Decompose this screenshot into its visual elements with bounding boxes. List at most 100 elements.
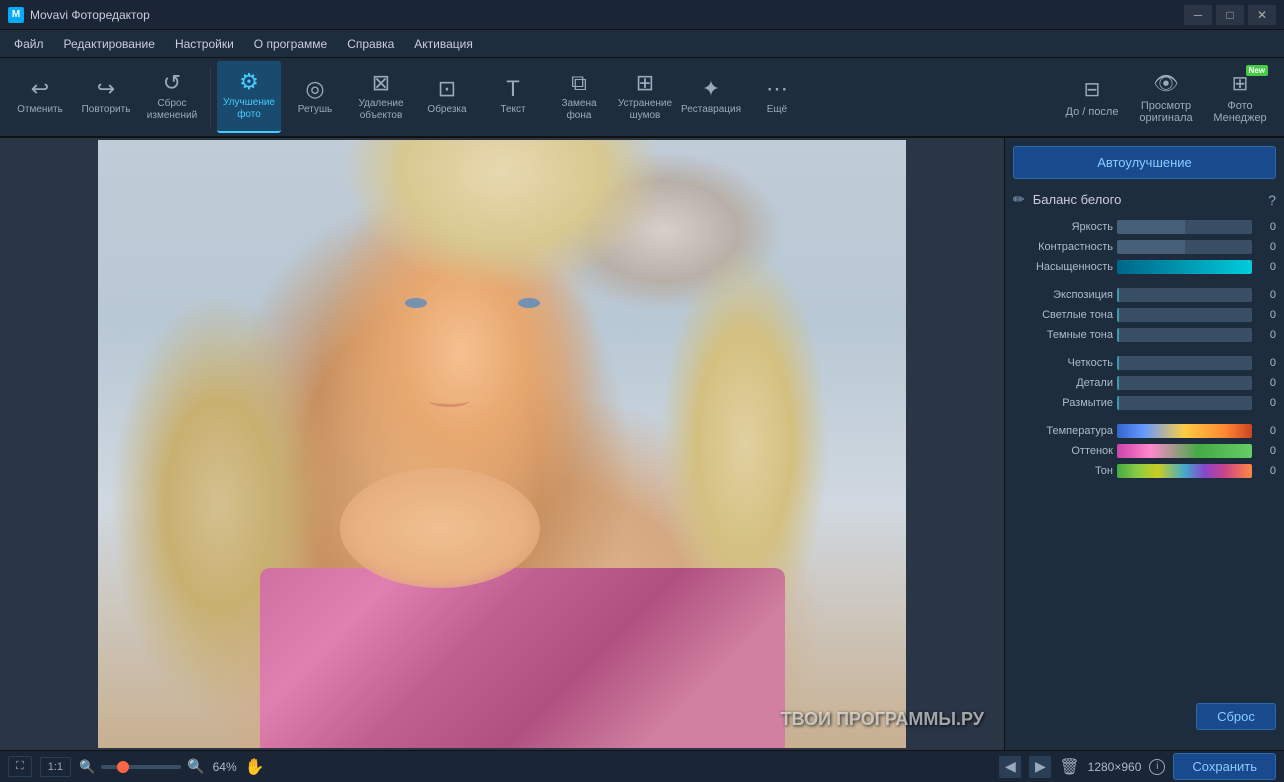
text-icon: T	[506, 78, 519, 100]
brightness-row: Яркость 0	[1013, 220, 1276, 234]
reset-button[interactable]: ↺ Сброс изменений	[140, 61, 204, 133]
tint-row: Оттенок 0	[1013, 444, 1276, 458]
ratio-button[interactable]: 1:1	[40, 757, 71, 777]
temperature-row: Температура 0	[1013, 424, 1276, 438]
help-icon[interactable]: ?	[1268, 192, 1276, 208]
denoise-icon: ⊞	[636, 72, 654, 94]
temperature-slider[interactable]	[1117, 424, 1252, 438]
tint-value: 0	[1256, 445, 1276, 457]
more-button[interactable]: ⋯ Ещё	[745, 61, 809, 133]
tone-label: Тон	[1013, 465, 1113, 477]
clarity-value: 0	[1256, 357, 1276, 369]
brightness-slider[interactable]	[1117, 220, 1252, 234]
blur-value: 0	[1256, 397, 1276, 409]
shadows-row: Темные тона 0	[1013, 328, 1276, 342]
bg-icon: ⧉	[571, 72, 587, 94]
app-icon: M	[8, 7, 24, 23]
app-title: Movavi Фоторедактор	[30, 8, 1184, 22]
info-button[interactable]: i	[1149, 759, 1165, 775]
saturation-row: Насыщенность 0	[1013, 260, 1276, 274]
maximize-button[interactable]: □	[1216, 5, 1244, 25]
photo-manager-button[interactable]: New ⊞ Фото Менеджер	[1204, 61, 1276, 133]
undo-button[interactable]: ↩ Отменить	[8, 61, 72, 133]
menu-edit[interactable]: Редактирование	[54, 33, 165, 55]
redo-button[interactable]: ↪ Повторить	[74, 61, 138, 133]
details-value: 0	[1256, 377, 1276, 389]
window-controls: ─ □ ✕	[1184, 5, 1276, 25]
denoise-button[interactable]: ⊞ Устранение шумов	[613, 61, 677, 133]
menu-help[interactable]: Справка	[337, 33, 404, 55]
fit-to-screen-button[interactable]: ⛶	[8, 756, 32, 777]
canvas-area[interactable]: ТВОИ ПРОГРАММЫ.РУ	[0, 138, 1004, 750]
highlights-label: Светлые тона	[1013, 309, 1113, 321]
restore-icon: ✦	[702, 78, 720, 100]
reset-icon: ↺	[163, 72, 181, 94]
enhance-button[interactable]: ⚙ Улучшение фото	[217, 61, 281, 133]
delete-button[interactable]: 🗑	[1059, 757, 1079, 777]
remove-objects-button[interactable]: ⊠ Удаление объектов	[349, 61, 413, 133]
zoom-slider[interactable]	[101, 765, 181, 769]
auto-enhance-button[interactable]: Автоулучшение	[1013, 146, 1276, 179]
details-slider[interactable]	[1117, 376, 1252, 390]
exposure-row: Экспозиция 0	[1013, 288, 1276, 302]
highlights-row: Светлые тона 0	[1013, 308, 1276, 322]
saturation-value: 0	[1256, 261, 1276, 273]
tint-label: Оттенок	[1013, 445, 1113, 457]
tools-group: ⚙ Улучшение фото ◎ Ретушь ⊠ Удаление объ…	[217, 61, 809, 133]
blur-label: Размытие	[1013, 397, 1113, 409]
next-image-button[interactable]: ▶	[1029, 756, 1051, 778]
save-button[interactable]: Сохранить	[1173, 753, 1276, 780]
prev-image-button[interactable]: ◀	[999, 756, 1021, 778]
contrast-slider[interactable]	[1117, 240, 1252, 254]
blur-slider[interactable]	[1117, 396, 1252, 410]
zoom-in-icon[interactable]: 🔍	[187, 758, 204, 775]
before-after-button[interactable]: ⊟ До / после	[1056, 61, 1128, 133]
photo-background	[98, 140, 906, 748]
saturation-slider[interactable]	[1117, 260, 1252, 274]
contrast-label: Контрастность	[1013, 241, 1113, 253]
bg-replace-button[interactable]: ⧉ Замена фона	[547, 61, 611, 133]
details-row: Детали 0	[1013, 376, 1276, 390]
blur-row: Размытие 0	[1013, 396, 1276, 410]
retouch-button[interactable]: ◎ Ретушь	[283, 61, 347, 133]
crop-icon: ⊡	[438, 78, 456, 100]
zoom-thumb	[117, 761, 129, 773]
menu-about[interactable]: О программе	[244, 33, 337, 55]
menu-activation[interactable]: Активация	[404, 33, 483, 55]
new-badge: New	[1246, 65, 1268, 76]
menubar: Файл Редактирование Настройки О программ…	[0, 30, 1284, 58]
exposure-slider[interactable]	[1117, 288, 1252, 302]
undo-icon: ↩	[31, 78, 49, 100]
shadows-slider[interactable]	[1117, 328, 1252, 342]
menu-settings[interactable]: Настройки	[165, 33, 244, 55]
clarity-slider[interactable]	[1117, 356, 1252, 370]
reset-sliders-button[interactable]: Сброс	[1196, 703, 1276, 730]
temperature-label: Температура	[1013, 425, 1113, 437]
shadows-label: Темные тона	[1013, 329, 1113, 341]
toolbar-separator-1	[210, 67, 211, 127]
exposure-label: Экспозиция	[1013, 289, 1113, 301]
redo-icon: ↪	[97, 78, 115, 100]
minimize-button[interactable]: ─	[1184, 5, 1212, 25]
crop-button[interactable]: ⊡ Обрезка	[415, 61, 479, 133]
highlights-slider[interactable]	[1117, 308, 1252, 322]
highlights-value: 0	[1256, 309, 1276, 321]
history-group: ↩ Отменить ↪ Повторить ↺ Сброс изменений	[8, 61, 204, 133]
enhance-icon: ⚙	[239, 71, 259, 93]
pan-icon[interactable]: ✋	[245, 757, 265, 777]
clarity-label: Четкость	[1013, 357, 1113, 369]
zoom-out-icon[interactable]: 🔍	[79, 759, 95, 775]
toolbar-right: ⊟ До / после 👁 Просмотр оригинала New ⊞ …	[1056, 61, 1276, 133]
menu-file[interactable]: Файл	[4, 33, 54, 55]
tone-row: Тон 0	[1013, 464, 1276, 478]
restore-button[interactable]: ✦ Реставрация	[679, 61, 743, 133]
tint-slider[interactable]	[1117, 444, 1252, 458]
tone-slider[interactable]	[1117, 464, 1252, 478]
text-button[interactable]: T Текст	[481, 61, 545, 133]
pencil-icon: ✏	[1013, 191, 1025, 208]
contrast-row: Контрастность 0	[1013, 240, 1276, 254]
preview-original-button[interactable]: 👁 Просмотр оригинала	[1130, 61, 1202, 133]
close-button[interactable]: ✕	[1248, 5, 1276, 25]
main-area: ТВОИ ПРОГРАММЫ.РУ Автоулучшение ✏ Баланс…	[0, 138, 1284, 750]
contrast-value: 0	[1256, 241, 1276, 253]
